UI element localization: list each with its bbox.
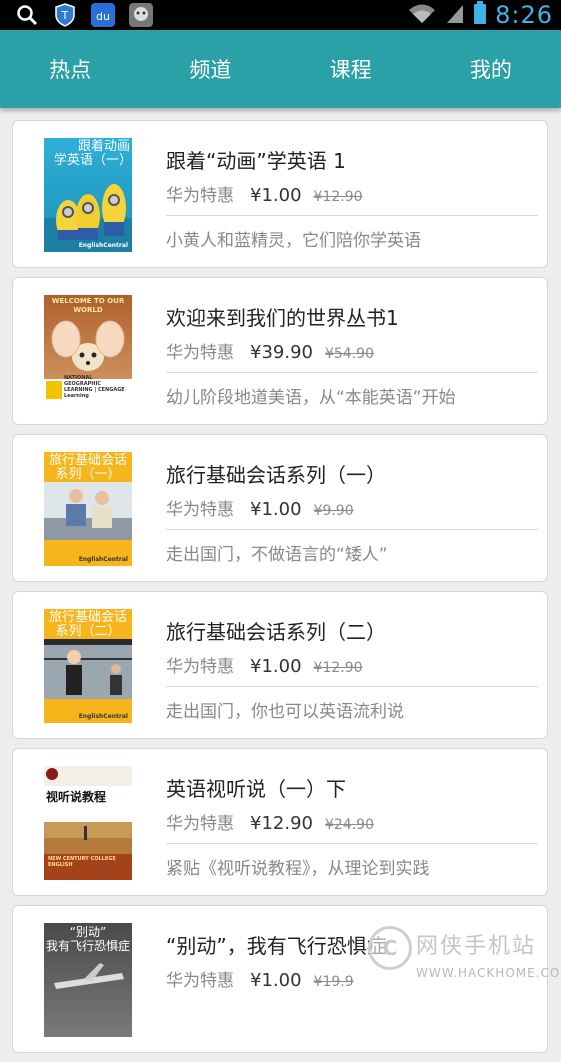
search-icon [14,2,40,28]
sale-price: ¥12.90 [250,813,313,834]
divider [166,686,538,687]
tab-mine[interactable]: 我的 [421,30,561,108]
vendor-label: 华为特惠 [166,814,234,834]
course-title: 英语视听说（一）下 [166,777,346,801]
original-price: ¥12.90 [313,660,363,676]
original-price: ¥24.90 [324,817,374,833]
cover-brand: NATIONAL GEOGRAPHIC LEARNING | CENGAGE L… [64,375,125,399]
cover-brand: EnglishCentral [78,713,128,720]
main-tab-bar: 热点 频道 课程 我的 [0,30,561,108]
divider [166,372,538,373]
vendor-label: 华为特惠 [166,500,234,520]
svg-text:T: T [61,9,69,22]
sale-price: ¥39.90 [250,342,313,363]
course-card[interactable]: 跟着动画 学英语（一） EnglishCentral 跟着“动画”学英语 1 华… [12,120,548,268]
signal-icon [445,2,465,28]
sale-price: ¥1.00 [250,185,302,206]
course-title: 旅行基础会话系列（二） [166,620,386,644]
original-price: ¥19.9 [313,974,354,990]
course-cover: “别动” 我有飞行恐惧症 [44,923,132,1037]
watermark: C 网侠手机站 WWW.HACKHOME.COM [368,926,561,986]
course-title: 旅行基础会话系列（一） [166,463,386,487]
cover-brand: EnglishCentral [78,242,128,249]
tab-channels[interactable]: 频道 [140,30,280,108]
course-cover: WELCOME TO OUR WORLD NATIONAL GEOGRAPHIC… [44,295,132,409]
sale-price: ¥1.00 [250,656,302,677]
tab-courses[interactable]: 课程 [281,30,421,108]
vendor-label: 华为特惠 [166,343,234,363]
course-card[interactable]: 视听说教程 NEW CENTURY COLLEGE ENGLISH 英语视听说（… [12,748,548,896]
course-title: 跟着“动画”学英语 1 [166,149,346,173]
watermark-en: WWW.HACKHOME.COM [416,966,561,980]
divider [166,215,538,216]
price-row: 华为特惠 ¥1.00 ¥12.90 [166,652,363,677]
status-bar: T du 8:26 [0,0,561,30]
price-row: 华为特惠 ¥1.00 ¥19.9 [166,966,354,991]
divider [166,529,538,530]
cover-title: 视听说教程 [46,790,107,804]
robot-icon [128,2,154,28]
course-cover: 旅行基础会话 系列（二） EnglishCentral [44,609,132,723]
course-description: 走出国门，不做语言的“矮人” [166,545,388,565]
original-price: ¥9.90 [313,503,354,519]
cover-title: 旅行基础会话 系列（二） [48,610,127,639]
battery-icon [473,1,487,29]
price-row: 华为特惠 ¥39.90 ¥54.90 [166,338,374,363]
course-description: 幼儿阶段地道美语，从“本能英语”开始 [166,388,456,408]
course-card[interactable]: WELCOME TO OUR WORLD NATIONAL GEOGRAPHIC… [12,277,548,425]
divider [166,843,538,844]
original-price: ¥54.90 [324,346,374,362]
cover-brand: EnglishCentral [78,556,128,563]
price-row: 华为特惠 ¥12.90 ¥24.90 [166,809,374,834]
price-row: 华为特惠 ¥1.00 ¥9.90 [166,495,354,520]
cover-title: WELCOME TO OUR WORLD [51,297,125,314]
cover-title: “别动” 我有飞行恐惧症 [46,925,131,953]
course-cover: 旅行基础会话 系列（一） EnglishCentral [44,452,132,566]
tab-hot[interactable]: 热点 [0,30,140,108]
course-title: 欢迎来到我们的世界丛书1 [166,306,399,330]
shield-icon: T [52,2,78,28]
sale-price: ¥1.00 [250,499,302,520]
sale-price: ¥1.00 [250,970,302,991]
price-row: 华为特惠 ¥1.00 ¥12.90 [166,181,363,206]
watermark-logo-icon: C [368,926,412,970]
status-time: 8:26 [495,1,553,29]
course-cover: 视听说教程 NEW CENTURY COLLEGE ENGLISH [44,766,132,880]
original-price: ¥12.90 [313,189,363,205]
course-title: “别动”，我有飞行恐惧症 [166,934,387,958]
cover-title: 旅行基础会话 系列（一） [48,453,127,482]
watermark-cn: 网侠手机站 [416,934,537,959]
course-list: 跟着动画 学英语（一） EnglishCentral 跟着“动画”学英语 1 华… [12,120,550,1062]
course-description: 走出国门，你也可以英语流利说 [166,702,404,722]
baidu-icon: du [90,2,116,28]
vendor-label: 华为特惠 [166,186,234,206]
wifi-icon [407,2,437,28]
course-card[interactable]: 旅行基础会话 系列（二） EnglishCentral 旅行基础会话系列（二） … [12,591,548,739]
course-description: 小黄人和蓝精灵，它们陪你学英语 [166,231,421,251]
svg-text:du: du [96,10,110,23]
course-cover: 跟着动画 学英语（一） EnglishCentral [44,138,132,252]
course-card[interactable]: 旅行基础会话 系列（一） EnglishCentral 旅行基础会话系列（一） … [12,434,548,582]
vendor-label: 华为特惠 [166,971,234,991]
course-description: 紧贴《视听说教程》，从理论到实践 [166,859,430,879]
vendor-label: 华为特惠 [166,657,234,677]
cover-brand: NEW CENTURY COLLEGE ENGLISH [48,856,116,868]
cover-title: 跟着动画 学英语（一） [54,139,132,168]
